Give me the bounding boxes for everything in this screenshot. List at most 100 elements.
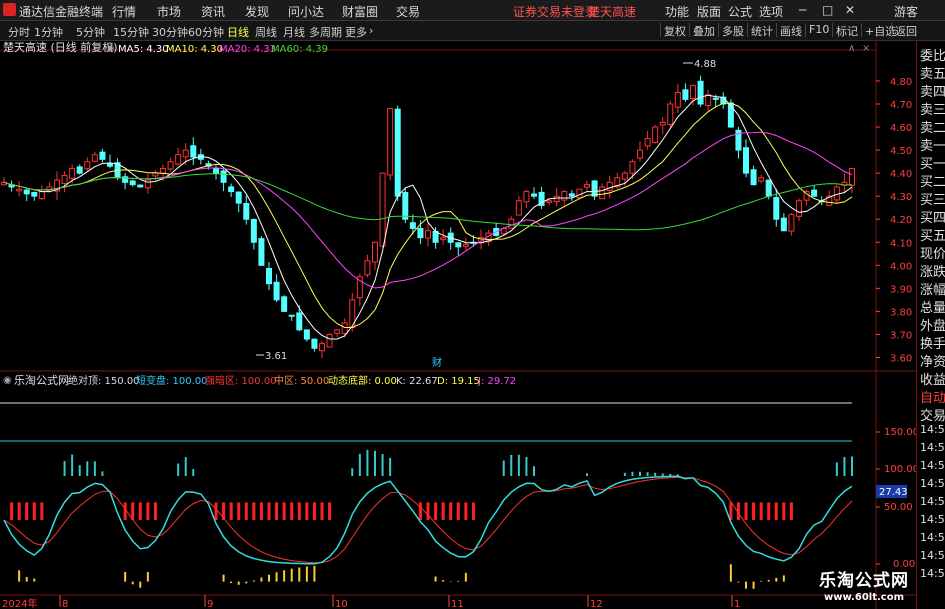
period-toolbar: 分时 1分钟 5分钟 15分钟 30分钟 60分钟 日线 周线 月线 多周期 更… xyxy=(0,21,945,41)
tab-60min[interactable]: 60分钟 xyxy=(188,24,224,40)
chart-close-icon[interactable]: × xyxy=(862,43,870,54)
stats-button[interactable]: 统计 xyxy=(747,23,776,38)
candle-body xyxy=(727,102,734,128)
side-label-sell2[interactable]: 卖二 xyxy=(920,117,945,136)
candle-body xyxy=(780,217,787,232)
side-label-change[interactable]: 涨跌 xyxy=(920,261,945,280)
side-label-buy4[interactable]: 买四 xyxy=(920,207,945,226)
candle-body xyxy=(311,338,318,349)
candle-body xyxy=(16,188,23,192)
indicator-series xyxy=(3,449,853,589)
menu-item-formula[interactable]: 公式 xyxy=(728,3,752,20)
candle-body xyxy=(584,184,590,188)
trade-label[interactable]: 交易 xyxy=(920,405,945,424)
tab-intraday[interactable]: 分时 xyxy=(8,24,30,40)
back-button[interactable]: 返回 xyxy=(891,23,920,38)
menu-item-function[interactable]: 功能 xyxy=(665,3,689,20)
candle-body xyxy=(243,202,250,220)
candle-body xyxy=(690,85,696,100)
tab-1min[interactable]: 1分钟 xyxy=(34,24,63,40)
side-label-buy3[interactable]: 买三 xyxy=(920,189,945,208)
chart-area[interactable]: 楚天高速 (日线 前复权) ◉ MA5: 4.30 MA10: 4.30 MA2… xyxy=(0,41,916,609)
price-tick-label: 4.20 xyxy=(890,215,912,226)
candle-body xyxy=(69,168,76,179)
menu-item-wealth[interactable]: 财富圈 xyxy=(342,3,378,20)
side-label-net-assets[interactable]: 净资 xyxy=(920,351,945,370)
minimize-icon[interactable]: ─ xyxy=(799,3,806,17)
tab-more[interactable]: 更多 xyxy=(345,24,367,40)
candle-body xyxy=(765,179,772,197)
side-label-outer[interactable]: 外盘 xyxy=(920,315,945,334)
menu-item-trade[interactable]: 交易 xyxy=(396,3,420,20)
candle-body xyxy=(705,94,712,107)
menu-item-layout[interactable]: 版面 xyxy=(697,3,721,20)
overlay-button[interactable]: 叠加 xyxy=(689,23,718,38)
menu-item-options[interactable]: 选项 xyxy=(759,3,783,20)
candle-body xyxy=(334,329,341,334)
side-label-turnover[interactable]: 换手 xyxy=(920,333,945,352)
tab-daily[interactable]: 日线 xyxy=(227,24,249,40)
candle-body xyxy=(697,80,704,105)
tab-multi-period[interactable]: 多周期 xyxy=(309,24,342,40)
menu-item-news[interactable]: 资讯 xyxy=(201,3,225,20)
more-chevron-icon[interactable]: › xyxy=(369,24,373,37)
side-label-earnings[interactable]: 收益 xyxy=(920,369,945,388)
guest-label[interactable]: 游客 xyxy=(894,3,918,20)
tab-15min[interactable]: 15分钟 xyxy=(113,24,149,40)
trade-login-warning[interactable]: 证券交易未登录 xyxy=(513,3,597,20)
side-label-buy2[interactable]: 买二 xyxy=(920,171,945,190)
menu-item-discover[interactable]: 发现 xyxy=(245,3,269,20)
indicator-k-line xyxy=(3,475,853,565)
indicator-toggle-icon[interactable]: ◉ xyxy=(3,375,12,386)
side-label-buy5[interactable]: 买五 xyxy=(920,225,945,244)
candle-body xyxy=(250,219,257,243)
candle-body xyxy=(182,149,189,158)
menu-item-market[interactable]: 市场 xyxy=(157,3,181,20)
ma5-label: MA5: 4.30 xyxy=(118,44,169,55)
chart-collapse-icon[interactable]: ∧ xyxy=(848,43,855,54)
side-label-sell4[interactable]: 卖四 xyxy=(920,81,945,100)
tab-5min[interactable]: 5分钟 xyxy=(76,24,105,40)
tab-monthly[interactable]: 月线 xyxy=(283,24,305,40)
date-ticks xyxy=(59,595,733,607)
multi-stock-button[interactable]: 多股 xyxy=(718,23,747,38)
tick-time: 14:56 xyxy=(920,549,945,562)
f10-button[interactable]: F10 xyxy=(805,23,832,37)
watermark: 乐淘公式网 www.60lt.com xyxy=(805,566,923,606)
price-tick-label: 4.60 xyxy=(890,123,912,134)
menu-item-ask[interactable]: 问小达 xyxy=(288,3,324,20)
side-label-change-pct[interactable]: 涨幅 xyxy=(920,279,945,298)
indicator-j-label: J: 29.72 xyxy=(477,376,516,387)
candle-body xyxy=(652,126,659,143)
tick-time: 14:56 xyxy=(920,567,945,580)
ma-toggle-icon[interactable]: ◉ xyxy=(106,43,115,54)
side-label-price[interactable]: 现价 xyxy=(920,243,945,262)
close-icon[interactable]: ✕ xyxy=(845,3,855,17)
indicator-bottom-label: 动态底部: 0.00 xyxy=(328,374,397,387)
side-label-buy1[interactable]: 买一 xyxy=(920,153,945,172)
tick-time: 14:56 xyxy=(920,423,945,436)
tab-30min[interactable]: 30分钟 xyxy=(152,24,188,40)
side-label-sell3[interactable]: 卖三 xyxy=(920,99,945,118)
side-label-volume[interactable]: 总量 xyxy=(920,297,945,316)
candle-body xyxy=(379,172,386,247)
auto-trade-label[interactable]: 自动 xyxy=(920,387,945,406)
menu-item-quotes[interactable]: 行情 xyxy=(112,3,136,20)
price-tick-label: 4.80 xyxy=(890,77,912,88)
candle-body xyxy=(160,168,166,174)
mark-button[interactable]: 标记 xyxy=(832,23,861,38)
tab-weekly[interactable]: 周线 xyxy=(255,24,277,40)
tick-time: 14:56 xyxy=(920,459,945,472)
restore-icon[interactable]: □ xyxy=(822,3,833,17)
adjust-button[interactable]: 复权 xyxy=(660,23,689,38)
financial-report-marker[interactable]: 财 xyxy=(432,356,442,369)
side-label-sell1[interactable]: 卖一 xyxy=(920,135,945,154)
draw-line-button[interactable]: 画线 xyxy=(776,23,805,38)
indicator-short-label: 短变盘: 100.00 xyxy=(136,374,208,387)
candle-body xyxy=(750,169,757,186)
candle-body xyxy=(644,138,651,147)
side-label-weibi[interactable]: 委比 xyxy=(920,45,945,64)
candle-body xyxy=(220,170,227,183)
indicator-tick-100: 100.00 xyxy=(884,464,916,475)
side-label-sell5[interactable]: 卖五 xyxy=(920,63,945,82)
